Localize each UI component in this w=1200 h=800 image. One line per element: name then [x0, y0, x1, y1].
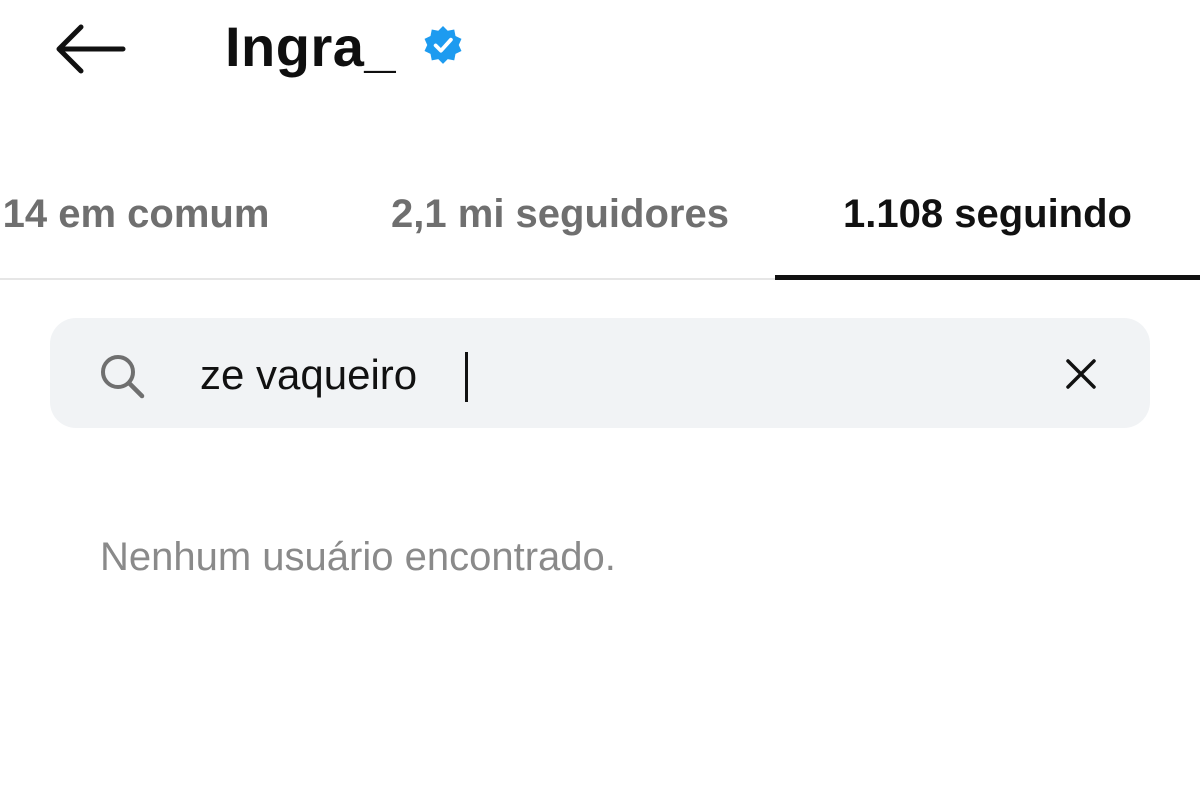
- tab-mutual[interactable]: 14 em comum: [0, 150, 296, 278]
- username: Ingra_: [225, 14, 397, 78]
- profile-header: Ingra_: [0, 0, 1200, 100]
- clear-search-button[interactable]: [1055, 348, 1107, 400]
- verified-badge-icon: [422, 25, 464, 67]
- tab-followers[interactable]: 2,1 mi seguidores: [360, 150, 760, 278]
- back-button[interactable]: [44, 14, 134, 84]
- text-caret: [465, 352, 468, 402]
- tab-following-label: 1.108 seguindo: [843, 191, 1132, 236]
- active-tab-indicator: [775, 275, 1200, 280]
- close-icon: [1066, 359, 1096, 389]
- search-input[interactable]: [200, 340, 1020, 410]
- arrow-left-icon: [56, 24, 126, 74]
- empty-results-message: Nenhum usuário encontrado.: [100, 535, 616, 579]
- search-icon: [96, 350, 148, 402]
- follow-tabs: 14 em comum 2,1 mi seguidores 1.108 segu…: [0, 150, 1200, 280]
- tab-following[interactable]: 1.108 seguindo: [775, 150, 1200, 280]
- profile-title: Ingra_: [225, 8, 464, 84]
